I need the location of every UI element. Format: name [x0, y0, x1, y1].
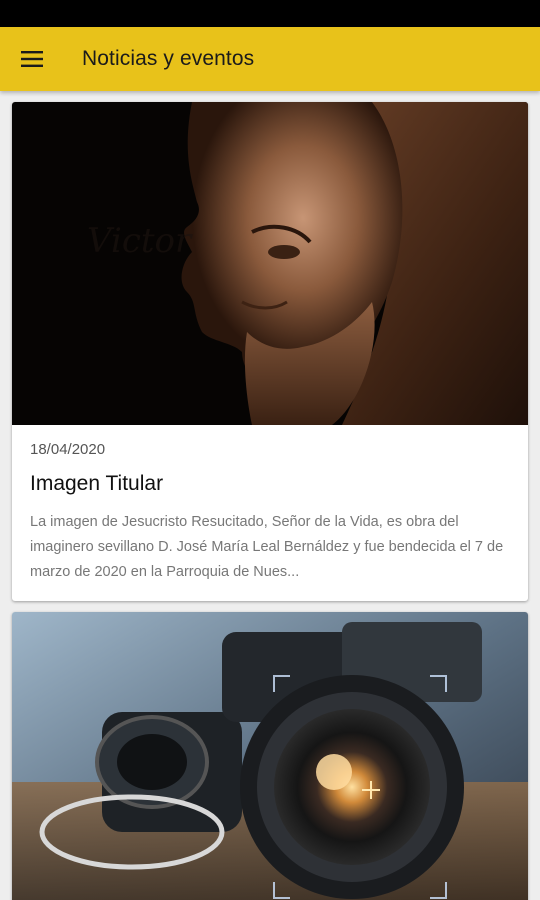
news-card[interactable] [12, 612, 528, 900]
sculpture-photo: Victor [12, 102, 528, 425]
page-title: Noticias y eventos [82, 47, 255, 70]
news-title: Imagen Titular [30, 472, 164, 495]
news-feed[interactable]: Victor 18/04/2020 Imagen Titular La imag… [0, 91, 540, 900]
camera-lens-photo [12, 612, 528, 900]
svg-text:Victor: Victor [87, 221, 193, 261]
status-bar [0, 0, 540, 27]
news-date: 18/04/2020 [30, 441, 106, 458]
menu-icon [21, 51, 43, 67]
app-bar: Noticias y eventos [0, 27, 540, 91]
news-excerpt: La imagen de Jesucristo Resucitado, Seño… [30, 514, 504, 580]
news-card[interactable]: Victor 18/04/2020 Imagen Titular La imag… [12, 102, 528, 601]
menu-button[interactable] [0, 27, 64, 91]
